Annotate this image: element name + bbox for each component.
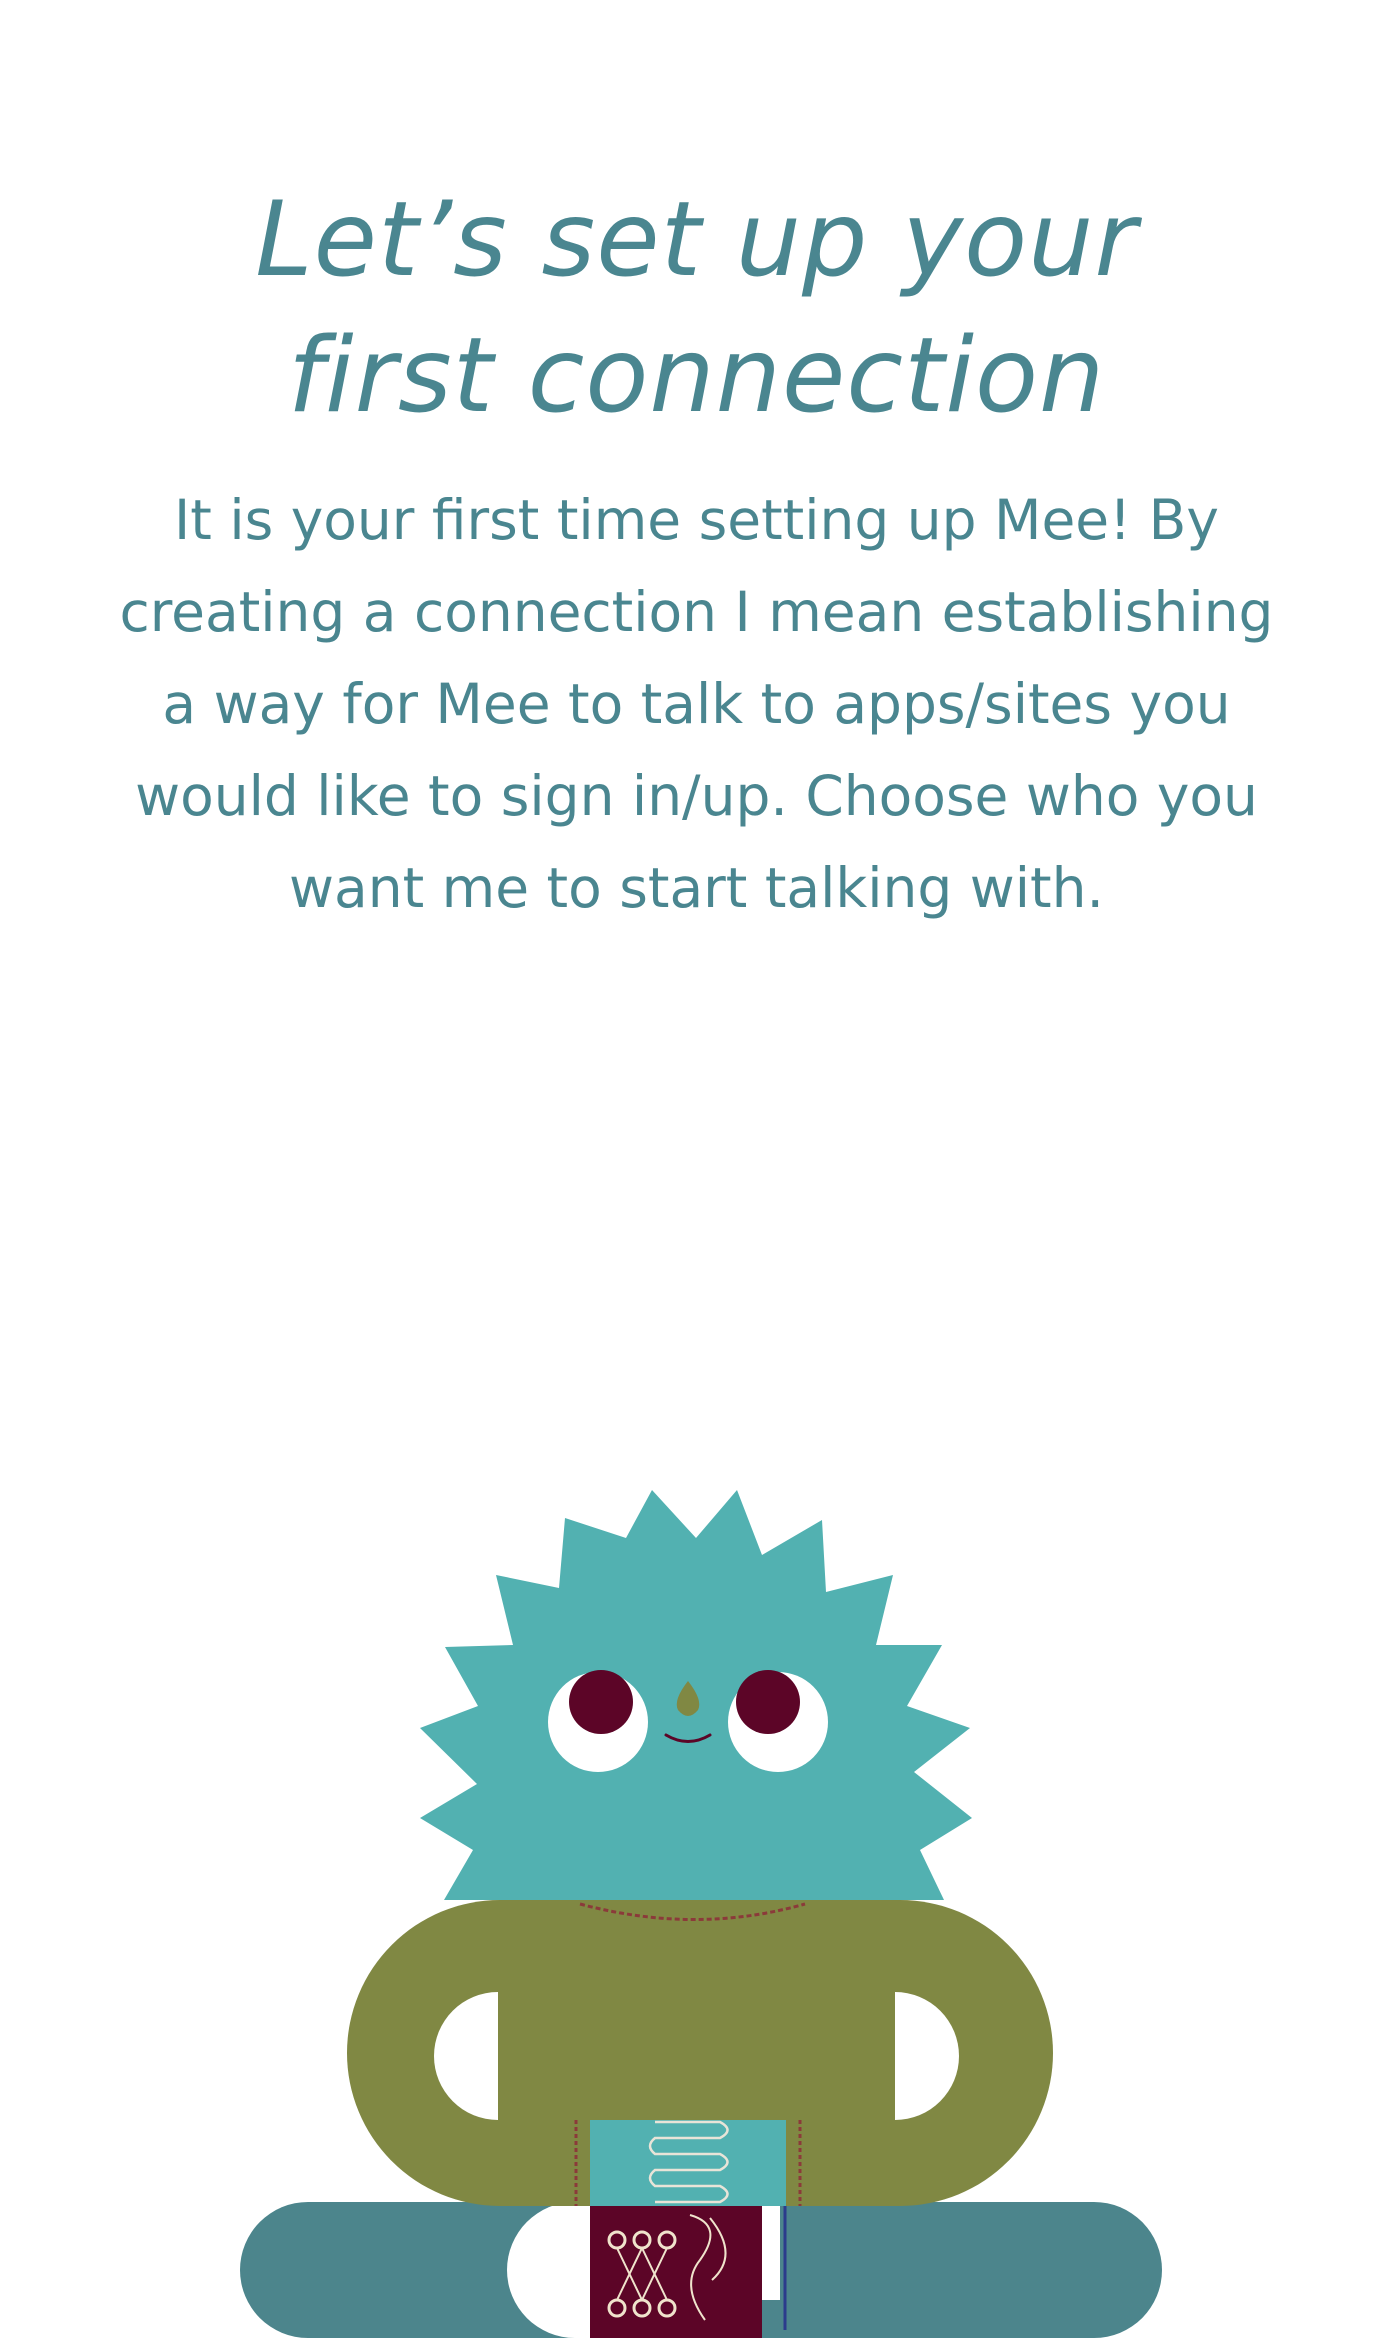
title-line-2: first connection bbox=[287, 316, 1106, 436]
mascot-head bbox=[420, 1490, 972, 1900]
mee-mascot-illustration bbox=[240, 1490, 1162, 2338]
title-line-1: Let’s set up your bbox=[255, 180, 1138, 300]
page-title: Let’s set up your first connection bbox=[0, 172, 1393, 444]
onboarding-screen: Let’s set up your first connection It is… bbox=[0, 0, 1393, 2346]
intro-text: It is your first time setting up Mee! By… bbox=[119, 488, 1274, 920]
